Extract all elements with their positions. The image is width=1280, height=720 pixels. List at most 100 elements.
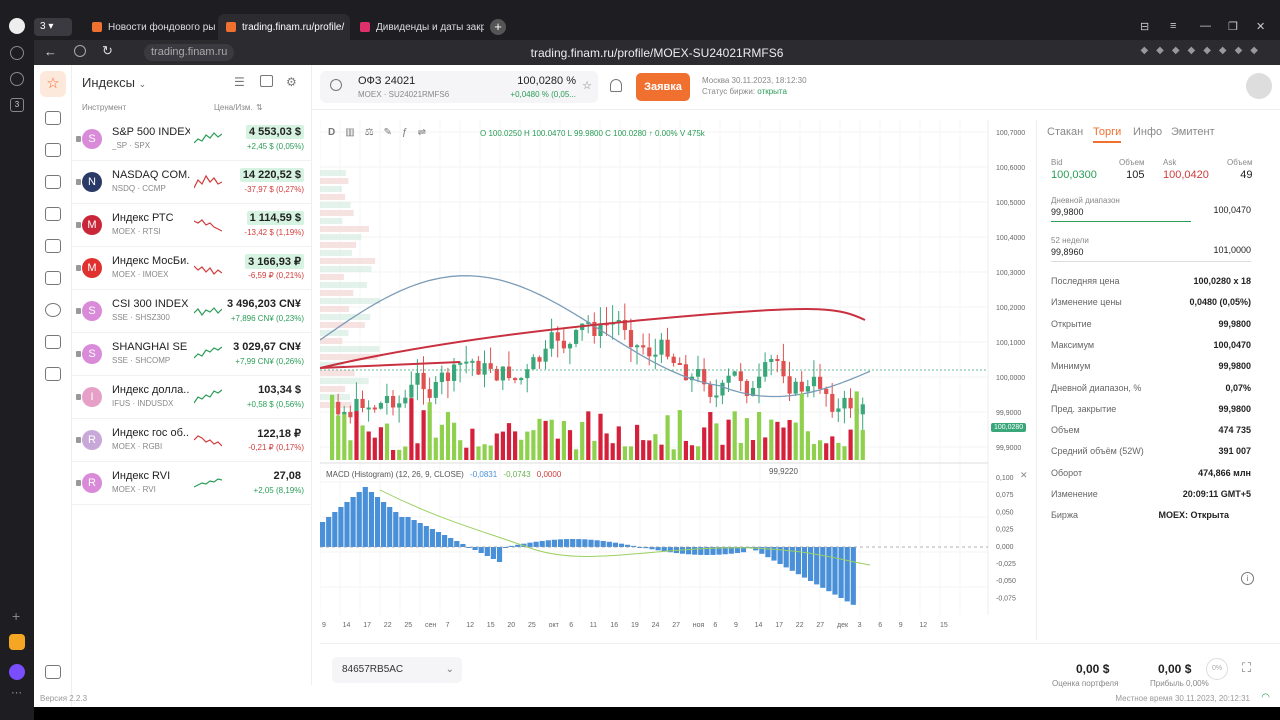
- bookmark-icon[interactable]: ⊟: [1140, 20, 1149, 33]
- watchlist-row[interactable]: S CSI 300 INDEX SSE · SHSZ300 3 496,203 CN¥…: [72, 290, 312, 333]
- history-icon[interactable]: [10, 46, 24, 60]
- volume-bar: [653, 434, 658, 460]
- stat-row: Изменение 20:09:11 GMT+5: [1051, 489, 1251, 499]
- instrument-name: CSI 300 INDEX: [112, 298, 189, 310]
- order-button[interactable]: Заявка: [636, 73, 690, 101]
- watchlist-row[interactable]: R Индекс гос об... MOEX · RGBI 122,18 ₽ -0,2…: [72, 419, 312, 462]
- filter-settings-icon[interactable]: ⚙: [286, 75, 297, 89]
- chat-icon[interactable]: [45, 335, 61, 349]
- browser-tab-3[interactable]: Дивиденды и даты закры: [352, 14, 484, 40]
- chart-type-icon[interactable]: ▥: [345, 127, 354, 138]
- tab-info[interactable]: Инфо: [1133, 126, 1162, 138]
- price-axis-label: 100,5000: [996, 200, 1025, 207]
- volume-profile-bar: [320, 218, 343, 224]
- volume-bar: [403, 446, 408, 460]
- volume-bar: [842, 446, 847, 460]
- instrument-search[interactable]: ОФЗ 24021 MOEX · SU24021RMFS6 100,0280 %…: [320, 71, 598, 103]
- macd-bar: [832, 547, 838, 595]
- profit-label: Прибыль 0,00%: [1150, 679, 1209, 688]
- compare-icon[interactable]: ⚖: [365, 127, 374, 138]
- more-dots-icon[interactable]: ⋯: [11, 686, 22, 699]
- chart-bars-icon[interactable]: [45, 111, 61, 125]
- candle: [537, 357, 542, 362]
- sparkline: [194, 132, 222, 144]
- menu-icon[interactable]: ≡: [1170, 20, 1176, 32]
- mail-icon[interactable]: [45, 271, 61, 285]
- watchlist-title[interactable]: Индексы ⌄: [82, 75, 146, 90]
- volume-bar: [574, 449, 579, 460]
- volume-bar: [391, 449, 396, 460]
- add-panel-icon[interactable]: +: [12, 608, 20, 624]
- education-icon[interactable]: [45, 367, 61, 381]
- bell-icon[interactable]: [45, 239, 61, 253]
- chart-svg[interactable]: 100,7000 100,6000 100,5000 100,4000 100,3000…: [319, 120, 1036, 632]
- yandex-app-icon[interactable]: [9, 634, 25, 650]
- stat-value: 0,07%: [1225, 382, 1251, 393]
- rocket-icon[interactable]: [45, 207, 61, 221]
- tab-issuer[interactable]: Эмитент: [1171, 126, 1215, 138]
- restore-icon[interactable]: ❐: [1228, 20, 1238, 33]
- browser-tab-2[interactable]: trading.finam.ru/profile/ ✕: [218, 14, 350, 40]
- video-icon[interactable]: [45, 665, 61, 679]
- drawing-icon[interactable]: ✎: [384, 127, 392, 138]
- new-tab-button[interactable]: +: [490, 19, 506, 35]
- list-view-icon[interactable]: ☰: [234, 75, 245, 89]
- close-window-icon[interactable]: ✕: [1256, 20, 1265, 33]
- extension-icons[interactable]: ◆◆◆◆◆◆◆◆: [1140, 45, 1266, 56]
- globe-icon[interactable]: [45, 303, 61, 317]
- candle: [811, 376, 817, 387]
- close-macd-icon[interactable]: ✕: [1020, 470, 1028, 481]
- chart-view-icon[interactable]: [260, 75, 273, 87]
- watchlist-row[interactable]: M Индекс МосБи... MOEX · IMOEX 3 166,93 ₽ -6…: [72, 247, 312, 290]
- volume-bar: [500, 431, 505, 460]
- alice-icon[interactable]: [9, 664, 25, 680]
- candle: [628, 330, 634, 348]
- watchlist-row[interactable]: S SHANGHAI SE ... SSE · SHCOMP 3 029,67 CN¥…: [72, 333, 312, 376]
- watchlist-row[interactable]: S S&P 500 INDEX _SP · SPX 4 553,03 $ +2,45 $…: [72, 118, 312, 161]
- url-text[interactable]: trading.finam.ru/profile/MOEX-SU24021RMF…: [34, 46, 1280, 60]
- counter-badge[interactable]: 3: [10, 98, 24, 112]
- instrument-avatar: M: [82, 258, 102, 278]
- watchlist-row[interactable]: N NASDAQ COM... NSDQ · CCMP 14 220,52 $ -37,…: [72, 161, 312, 204]
- volume-bar: [805, 431, 810, 460]
- watchlist-row[interactable]: M Индекс РТС MOEX · RTSI 1 114,59 $ -13,42 $…: [72, 204, 312, 247]
- favorites-star-icon[interactable]: ☆: [40, 71, 66, 97]
- candle: [732, 371, 737, 376]
- browser-tab-1[interactable]: Новости фондового рын: [84, 14, 216, 40]
- sort-icon[interactable]: ⇅: [256, 103, 263, 112]
- volume-bar: [781, 427, 786, 460]
- star-icon[interactable]: ☆: [582, 79, 592, 92]
- tab-orderbook[interactable]: Стакан: [1047, 126, 1083, 138]
- tab-trades[interactable]: Торги: [1093, 126, 1122, 143]
- thumbs-up-icon[interactable]: [45, 175, 61, 189]
- watchlist-row[interactable]: I Индекс долла... IFUS · INDUSDX 103,34 $ +0…: [72, 376, 312, 419]
- chevron-down-icon[interactable]: ⌄: [139, 79, 147, 89]
- volume-bar: [580, 421, 585, 460]
- user-avatar[interactable]: [1246, 73, 1272, 99]
- browser-logo-icon[interactable]: [9, 18, 25, 34]
- volume-bar: [464, 447, 469, 460]
- alert-bell-icon[interactable]: [610, 79, 622, 92]
- stat-label: Пред. закрытие: [1051, 403, 1117, 414]
- play-icon[interactable]: [10, 72, 24, 86]
- instrument-change: -6,59 ₽ (0,21%): [248, 271, 304, 280]
- account-select[interactable]: 84657RB5AC ⌄: [332, 657, 462, 683]
- info-icon[interactable]: i: [1241, 572, 1254, 585]
- price-chart[interactable]: 100,7000 100,6000 100,5000 100,4000 100,3000…: [319, 120, 1036, 632]
- settings-icon[interactable]: ⇌: [418, 127, 426, 138]
- expand-icon[interactable]: ⛶: [1242, 660, 1251, 676]
- macd-bar: [686, 547, 692, 555]
- indicators-icon[interactable]: ƒ: [402, 127, 408, 138]
- sparkline: [194, 219, 222, 232]
- interval-button[interactable]: D: [328, 127, 335, 138]
- tab-counter-button[interactable]: 3 ▾: [34, 18, 72, 36]
- volume-bar: [482, 444, 487, 460]
- instrument-ticker: MOEX · RTSI: [112, 227, 161, 236]
- macd-bar: [411, 520, 417, 547]
- column-price[interactable]: Цена/Изм.: [214, 103, 253, 112]
- stat-label: Дневной диапазон, %: [1051, 382, 1142, 393]
- minimize-icon[interactable]: —: [1200, 20, 1211, 32]
- briefcase-icon[interactable]: [45, 143, 61, 157]
- watchlist-row[interactable]: R Индекс RVI MOEX · RVI 27,08 +2,05 (8,19%): [72, 462, 312, 505]
- macd-bar: [600, 540, 606, 547]
